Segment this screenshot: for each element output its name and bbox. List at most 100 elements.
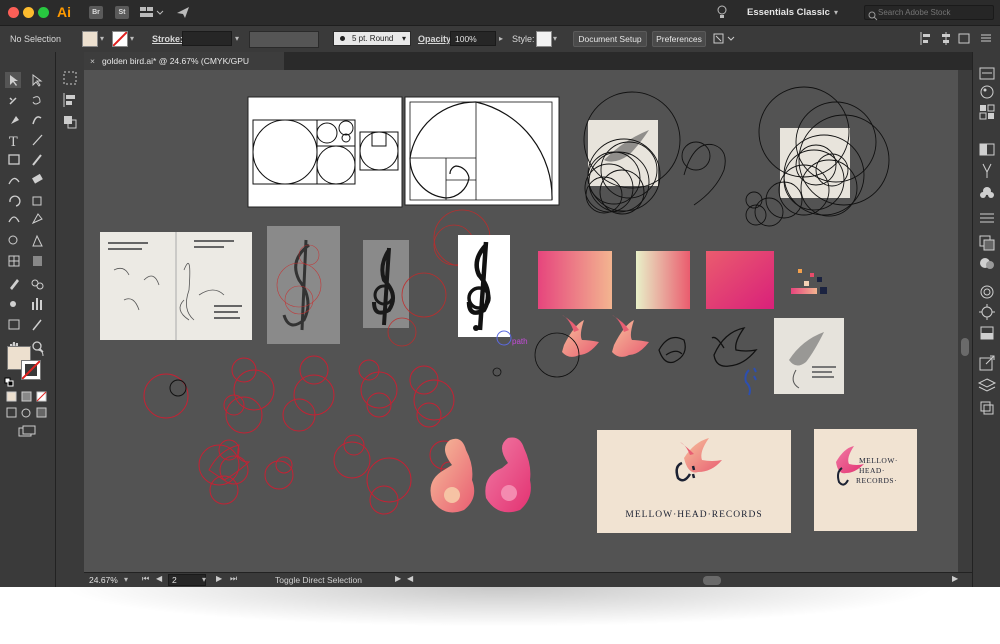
panel-menu-icon[interactable] [980, 32, 992, 50]
gradient-swatch-2[interactable] [636, 251, 690, 309]
style-chevron-icon[interactable]: ▾ [553, 34, 557, 43]
brush-label: 5 pt. Round [352, 34, 394, 43]
control-bar: No Selection ▾ ▾ Stroke: ▾ 5 pt. Round ▾… [0, 26, 1000, 53]
illustrator-window: Ai Br St Essentials Classic ▾ No Selecti… [0, 0, 1000, 587]
pathfinder-panel-icon[interactable] [62, 114, 78, 135]
horizontal-scroll-thumb[interactable] [703, 576, 721, 585]
stroke-weight-chevron-icon[interactable]: ▾ [235, 34, 239, 43]
gradient-swatch-1[interactable] [538, 251, 612, 309]
close-tab-icon[interactable]: × [90, 52, 95, 70]
gradient-swirl-1[interactable] [430, 438, 475, 513]
zoom-window-button[interactable] [38, 7, 49, 18]
stroke-swatch[interactable] [112, 31, 128, 47]
align-center-icon[interactable] [940, 32, 952, 50]
golden-spiral-artboard[interactable] [404, 96, 560, 206]
stroke-chevron-icon[interactable]: ▾ [130, 34, 134, 43]
document-tab-bar: × golden bird.ai* @ 24.67% (CMYK/GPU Pre… [84, 52, 972, 84]
gradient-swatch-3[interactable] [706, 251, 774, 309]
stroke-weight-field[interactable] [182, 31, 232, 46]
artboard-canvas[interactable]: path MELLOW·HEAD·RECORDS MELLOW· HEAD· R… [84, 70, 958, 572]
treble-clef-sketch[interactable] [267, 226, 340, 344]
zoom-level[interactable]: 24.67% [89, 575, 118, 585]
artboard-number: 2 [172, 575, 177, 585]
logo-stack-line-3: RECORDS· [856, 476, 897, 485]
logo-wordmark: MELLOW·HEAD·RECORDS [625, 510, 762, 520]
transform-panel-icon[interactable] [62, 70, 78, 91]
title-bar: Ai Br St Essentials Classic ▾ [0, 0, 1000, 26]
align-left-icon[interactable] [920, 32, 932, 50]
send-icon[interactable] [176, 5, 190, 24]
tools-panel: T [0, 52, 56, 587]
document-tab[interactable]: × golden bird.ai* @ 24.67% (CMYK/GPU Pre… [84, 52, 284, 84]
stock-search-field[interactable] [864, 5, 994, 21]
minimize-window-button[interactable] [23, 7, 34, 18]
stock-button[interactable]: St [115, 6, 129, 19]
draw-mode-icons[interactable] [6, 406, 50, 424]
document-setup-button[interactable]: Document Setup [573, 31, 647, 47]
stroke-label[interactable]: Stroke: [152, 34, 183, 44]
sketchbook-photo[interactable] [100, 232, 252, 340]
workspace-switcher[interactable]: Essentials Classic [747, 7, 830, 18]
close-window-button[interactable] [8, 7, 19, 18]
logo-stack-line-2: HEAD· [859, 466, 885, 475]
bass-clef-mark[interactable] [744, 367, 757, 396]
arrange-icon[interactable] [713, 32, 735, 50]
vertical-scrollbar[interactable] [958, 70, 972, 572]
fill-swatch[interactable] [82, 31, 98, 47]
screen-mode-icon[interactable] [18, 424, 36, 442]
hummingbird-outline-1[interactable] [658, 337, 686, 364]
scroll-right-icon[interactable]: ▶ [952, 574, 958, 583]
treble-clef-refined[interactable] [363, 240, 409, 328]
collapsed-panels-right [972, 52, 1000, 587]
fill-chevron-icon[interactable]: ▾ [100, 34, 104, 43]
brush-dot-icon [340, 36, 345, 41]
hummingbird-construction-2[interactable] [745, 86, 890, 227]
status-bar: 24.67% ▾ ⏮ ◀ 2 ▾ ▶ ⏭ Toggle Direct Selec… [84, 572, 972, 587]
zoom-chevron-icon[interactable]: ▾ [124, 575, 128, 584]
gradient-swirl-2[interactable] [485, 437, 531, 513]
next-artboard-icon[interactable]: ▶ [216, 574, 222, 583]
opacity-value: 100% [455, 34, 477, 44]
opacity-chevron-icon[interactable]: ▸ [499, 34, 503, 43]
lightbulb-icon[interactable] [716, 5, 728, 25]
hummingbird-construction-1[interactable] [583, 91, 726, 215]
svg-text:T: T [9, 135, 18, 150]
chevron-down-icon[interactable]: ▾ [834, 8, 838, 17]
hummingbird-sketch-photo[interactable] [774, 318, 844, 394]
opacity-field[interactable]: 100% [450, 31, 496, 46]
brush-definition[interactable]: 5 pt. Round ▾ [333, 31, 411, 46]
brush-chevron-icon[interactable]: ▾ [402, 34, 406, 43]
search-input[interactable] [878, 6, 990, 19]
logo-horizontal-artboard[interactable]: MELLOW·HEAD·RECORDS [597, 430, 791, 533]
vertical-scroll-thumb[interactable] [961, 338, 969, 356]
variable-width-profile[interactable] [249, 31, 319, 48]
horizontal-scrollbar[interactable] [418, 576, 948, 585]
status-tool-hint[interactable]: Toggle Direct Selection [275, 575, 362, 585]
last-artboard-icon[interactable]: ⏭ [230, 574, 237, 584]
opacity-label[interactable]: Opacity: [418, 34, 454, 44]
artboard-chevron-icon[interactable]: ▾ [202, 575, 206, 584]
swirl-construction-circles[interactable] [143, 355, 459, 515]
artboard-number-field[interactable]: 2 [168, 574, 206, 586]
selection-status: No Selection [10, 34, 62, 44]
golden-ratio-rectangles[interactable] [247, 96, 403, 208]
logo-stacked-artboard[interactable]: MELLOW· HEAD· RECORDS· [814, 429, 917, 531]
stroke-color-box[interactable] [21, 360, 41, 380]
hummingbird-outline-2[interactable] [711, 327, 758, 367]
swap-fill-stroke-icon[interactable] [35, 345, 45, 363]
color-chips[interactable] [791, 269, 827, 294]
previous-artboard-icon[interactable]: ◀ [156, 574, 162, 583]
arrange-documents-icon[interactable] [140, 6, 164, 24]
align-panel-icon[interactable] [62, 92, 78, 113]
treble-clef-final[interactable] [458, 235, 510, 337]
first-artboard-icon[interactable]: ⏮ [142, 574, 149, 584]
bridge-button[interactable]: Br [89, 6, 103, 19]
style-label: Style: [512, 34, 535, 44]
preferences-button[interactable]: Preferences [652, 31, 706, 47]
scroll-left-icon[interactable]: ◀ [407, 574, 413, 583]
collapsed-panels-left [56, 52, 85, 587]
gradient-hummingbird-2[interactable] [612, 315, 649, 357]
graphic-style-swatch[interactable] [536, 31, 552, 47]
transform-icon[interactable] [958, 32, 970, 50]
status-menu-icon[interactable]: ▶ [395, 574, 401, 583]
